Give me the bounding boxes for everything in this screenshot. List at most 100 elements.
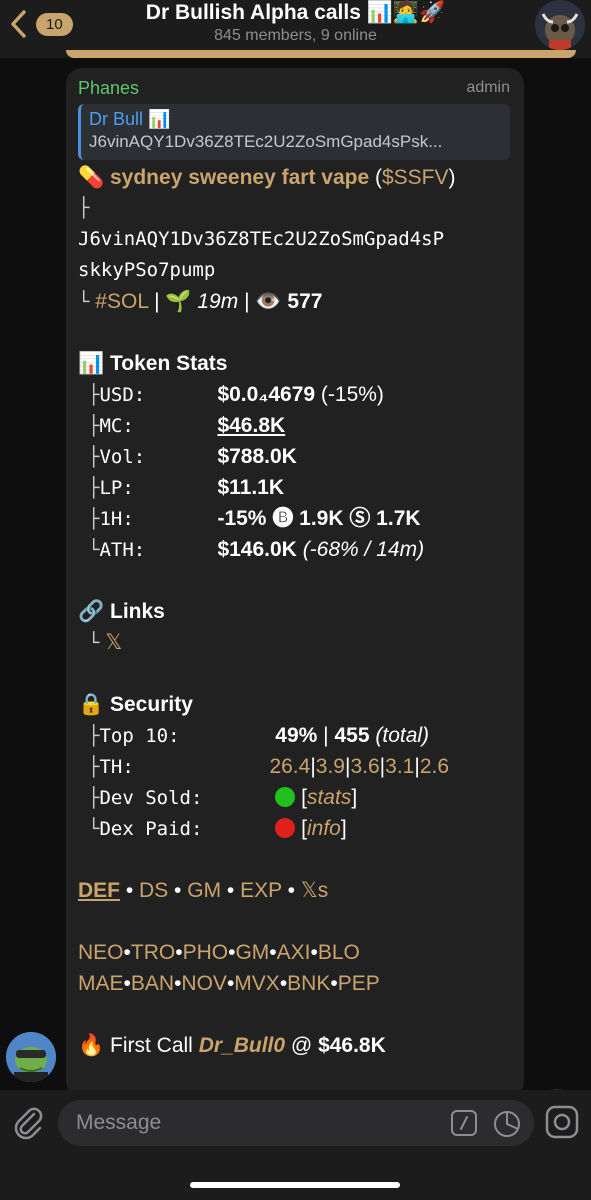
stat-row: └ATH: $146.0K (-68% / 14m)	[78, 534, 510, 565]
nav-link[interactable]: 𝕏s	[301, 879, 328, 902]
message-field[interactable]	[58, 1100, 534, 1146]
stat-extra: (-15%)	[315, 383, 384, 406]
th-value-link[interactable]: 3.9	[316, 755, 345, 778]
stat-row: ├MC: $46.8K	[78, 410, 510, 441]
paperclip-icon[interactable]	[10, 1104, 46, 1140]
address-branch: ├	[78, 197, 90, 219]
sender-role: admin	[466, 79, 510, 96]
links-heading: 🔗 Links	[78, 600, 165, 623]
stat-branch: └	[88, 539, 100, 561]
bot-links-row-1: NEO•TRO•PHO•GM•AXI•BLO	[78, 941, 360, 964]
fire-icon: 🔥	[78, 1034, 105, 1057]
bot-link[interactable]: GM	[235, 941, 269, 964]
stat-row: ├LP: $11.1K	[78, 472, 510, 503]
nav-link[interactable]: DEF	[78, 879, 120, 902]
message-input[interactable]	[76, 1100, 436, 1146]
camera-icon[interactable]	[544, 1104, 580, 1140]
top-holders-values: 26.4|3.9|3.6|3.1|2.6	[269, 755, 449, 778]
lock-icon: 🔒	[78, 693, 105, 716]
bot-link[interactable]: BNK	[287, 972, 330, 995]
first-call-line: 🔥 First Call Dr_Bull0 @ $46.8K	[78, 1034, 386, 1057]
reply-quote[interactable]: Dr Bull 📊 J6vinAQY1Dv36Z8TEc2U2ZoSmGpad4…	[78, 104, 510, 160]
links-row: └ 𝕏	[88, 631, 123, 654]
slash-command-icon[interactable]	[450, 1109, 478, 1137]
green-status-dot-icon	[275, 787, 296, 807]
sender-avatar[interactable]	[6, 1032, 56, 1082]
stat-value: $788.0K	[217, 445, 297, 468]
bot-link[interactable]: NOV	[181, 972, 227, 995]
th-value-link[interactable]: 26.4	[269, 755, 310, 778]
stat-label: ATH:	[99, 539, 146, 561]
stat-value: -15%	[217, 507, 267, 530]
nav-link[interactable]: GM	[187, 879, 221, 902]
th-value-link[interactable]: 2.6	[420, 755, 449, 778]
bot-link[interactable]: PHO	[183, 941, 229, 964]
bot-link[interactable]: NEO	[78, 941, 124, 964]
chat-title[interactable]: Dr Bullish Alpha calls 📊🧑‍💻🚀	[0, 0, 591, 26]
bot-link[interactable]: TRO	[131, 941, 175, 964]
nav-links-row: DEF • DS • GM • EXP • 𝕏s	[78, 879, 329, 902]
stat-value[interactable]: $46.8K	[217, 414, 285, 437]
eye-icon: 👁️	[255, 290, 282, 313]
bot-link[interactable]: MVX	[234, 972, 280, 995]
first-caller-link[interactable]: Dr_Bull0	[199, 1034, 285, 1057]
bot-link[interactable]: BLO	[318, 941, 360, 964]
frog-avatar-icon	[6, 1032, 56, 1082]
token-line: 💊 sydney sweeney fart vape ($SSFV)	[78, 166, 456, 189]
top10-row: ├Top 10: 49% | 455 (total)	[88, 724, 430, 747]
message-bubble[interactable]: Phanes admin Dr Bull 📊 J6vinAQY1Dv36Z8TE…	[66, 68, 524, 1098]
first-call-mc: $46.8K	[318, 1034, 386, 1057]
stat-extra: (-68% / 14m)	[296, 538, 425, 561]
view-count: 577	[287, 290, 323, 313]
message-input-bar	[0, 1090, 591, 1200]
stat-label: LP:	[99, 477, 134, 499]
stat-label: Vol:	[99, 446, 146, 468]
top-holders-row: ├TH: 26.4|3.9|3.6|3.1|2.6	[88, 755, 450, 778]
stat-row: ├USD: $0.0₄4679 (-15%)	[78, 379, 510, 410]
token-ticker[interactable]: $SSFV	[382, 166, 449, 189]
chat-header: 10 Dr Bullish Alpha calls 📊🧑‍💻🚀 845 memb…	[0, 0, 591, 58]
stat-branch: ├	[88, 415, 100, 437]
nav-link[interactable]: EXP	[240, 879, 282, 902]
stat-label: MC:	[99, 415, 134, 437]
security-heading: 🔒 Security	[78, 693, 193, 716]
stat-branch: ├	[88, 446, 100, 468]
link-icon: 🔗	[78, 600, 105, 623]
dev-stats-link[interactable]: stats	[307, 786, 351, 809]
stat-branch: ├	[88, 508, 100, 530]
reply-sender: Dr Bull 📊	[89, 109, 171, 129]
token-stats-heading: 📊 Token Stats	[78, 352, 228, 375]
chain-hashtag[interactable]: #SOL	[95, 290, 148, 313]
bot-link[interactable]: MAE	[78, 972, 124, 995]
contract-address-1[interactable]: J6vinAQY1Dv36Z8TEc2U2ZoSmGpad4sP	[78, 224, 510, 255]
chat-subtitle: 845 members, 9 online	[214, 27, 377, 44]
stat-extra: 🅑 1.9K Ⓢ 1.7K	[266, 507, 421, 530]
contract-address-2[interactable]: skkyPSo7pump	[78, 255, 510, 286]
bot-link[interactable]: BAN	[131, 972, 174, 995]
message-content: 💊 sydney sweeney fart vape ($SSFV) ├ J6v…	[78, 162, 510, 1061]
stat-value: $11.1K	[217, 476, 285, 499]
nav-link[interactable]: DS	[139, 879, 168, 902]
th-value-link[interactable]: 3.1	[385, 755, 414, 778]
pill-emoji: 💊	[78, 166, 105, 189]
x-link[interactable]: 𝕏	[105, 631, 122, 654]
token-age: 19m	[197, 290, 239, 313]
sticker-icon[interactable]	[492, 1109, 522, 1139]
sender-name[interactable]: Phanes	[78, 76, 510, 100]
bot-link[interactable]: PEP	[338, 972, 380, 995]
stat-label: 1H:	[99, 508, 134, 530]
chat-area[interactable]: Phanes admin Dr Bull 📊 J6vinAQY1Dv36Z8TE…	[0, 58, 591, 1141]
token-name: sydney sweeney fart vape	[110, 166, 370, 189]
group-avatar[interactable]	[535, 0, 585, 50]
bot-link[interactable]: AXI	[277, 941, 311, 964]
th-value-link[interactable]: 3.6	[350, 755, 379, 778]
dex-info-link[interactable]: info	[307, 817, 341, 840]
stat-label: USD:	[99, 384, 146, 406]
stat-branch: ├	[88, 384, 100, 406]
stat-branch: ├	[88, 477, 100, 499]
red-status-dot-icon	[275, 818, 296, 838]
token-stats-list: ├USD: $0.0₄4679 (-15%) ├MC: $46.8K ├Vol: $788…	[78, 379, 510, 565]
stat-row: ├1H: -15% 🅑 1.9K Ⓢ 1.7K	[78, 503, 510, 534]
pinned-message-strip[interactable]	[66, 50, 576, 58]
chart-icon: 📊	[78, 352, 105, 375]
